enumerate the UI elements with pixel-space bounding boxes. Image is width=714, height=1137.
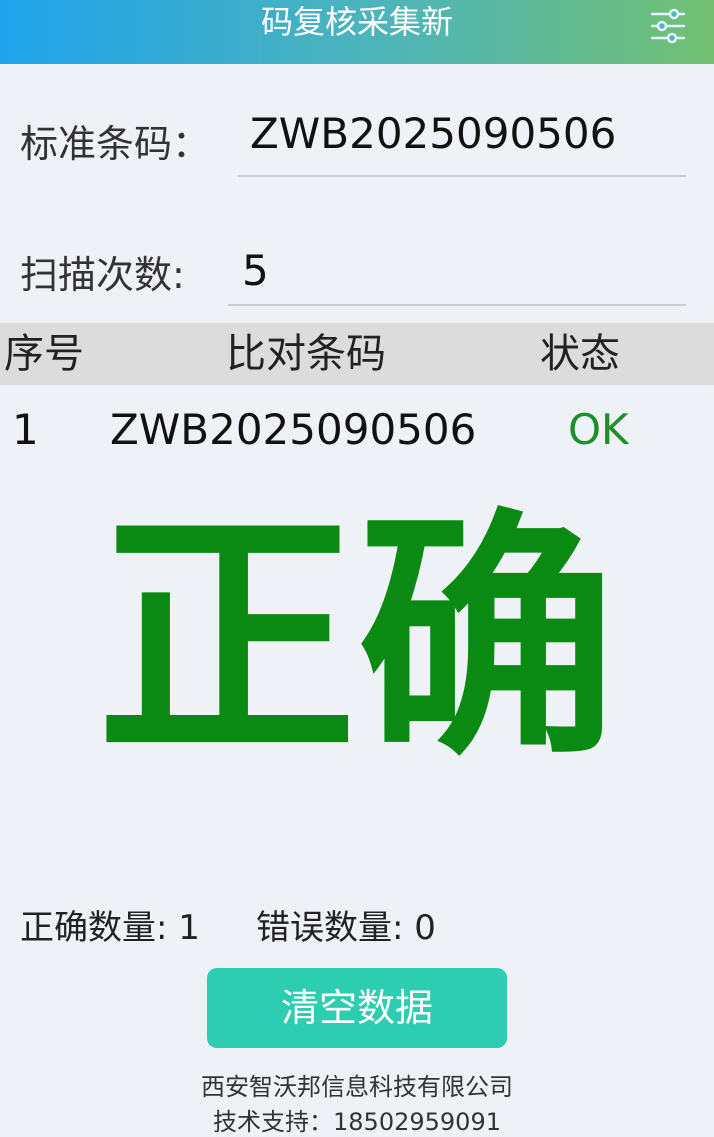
scan-count-label: 扫描次数: xyxy=(20,253,185,297)
correct-count: 正确数量: 1 xyxy=(20,900,200,949)
settings-button[interactable] xyxy=(648,6,688,46)
table-header: 序号 比对条码 状态 xyxy=(0,323,714,385)
scan-count-row: 扫描次数: 5 xyxy=(0,240,714,310)
standard-barcode-row: 标准条码： ZWB2025090506 xyxy=(0,105,714,185)
correct-count-value: 1 xyxy=(178,908,200,948)
app-title: 码复核采集新 xyxy=(260,3,453,41)
correct-count-label: 正确数量: xyxy=(20,908,179,948)
row-status: OK xyxy=(568,405,629,454)
error-count-value: 0 xyxy=(414,908,436,948)
table-row[interactable]: 1 ZWB2025090506 OK xyxy=(0,395,714,465)
column-header-barcode: 比对条码 xyxy=(226,331,386,377)
standard-barcode-underline xyxy=(238,175,686,177)
row-barcode: ZWB2025090506 xyxy=(110,405,477,454)
footer-company: 西安智沃邦信息科技有限公司 xyxy=(201,1073,513,1101)
error-count-label: 错误数量: xyxy=(256,908,415,948)
standard-barcode-label: 标准条码： xyxy=(20,122,211,166)
standard-barcode-field[interactable]: ZWB2025090506 xyxy=(250,109,616,158)
column-header-status: 状态 xyxy=(540,331,620,377)
column-header-index: 序号 xyxy=(4,331,84,377)
error-count: 错误数量: 0 xyxy=(256,900,436,949)
clear-data-button[interactable]: 清空数据 xyxy=(207,968,507,1048)
scan-count-field[interactable]: 5 xyxy=(242,246,269,295)
sliders-icon xyxy=(650,8,686,44)
scan-count-underline xyxy=(228,304,686,306)
row-index: 1 xyxy=(12,405,39,454)
result-indicator: 正确 xyxy=(97,489,617,791)
footer-support: 技术支持：18502959091 xyxy=(213,1108,501,1136)
app-header: 码复核采集新 xyxy=(0,0,714,64)
